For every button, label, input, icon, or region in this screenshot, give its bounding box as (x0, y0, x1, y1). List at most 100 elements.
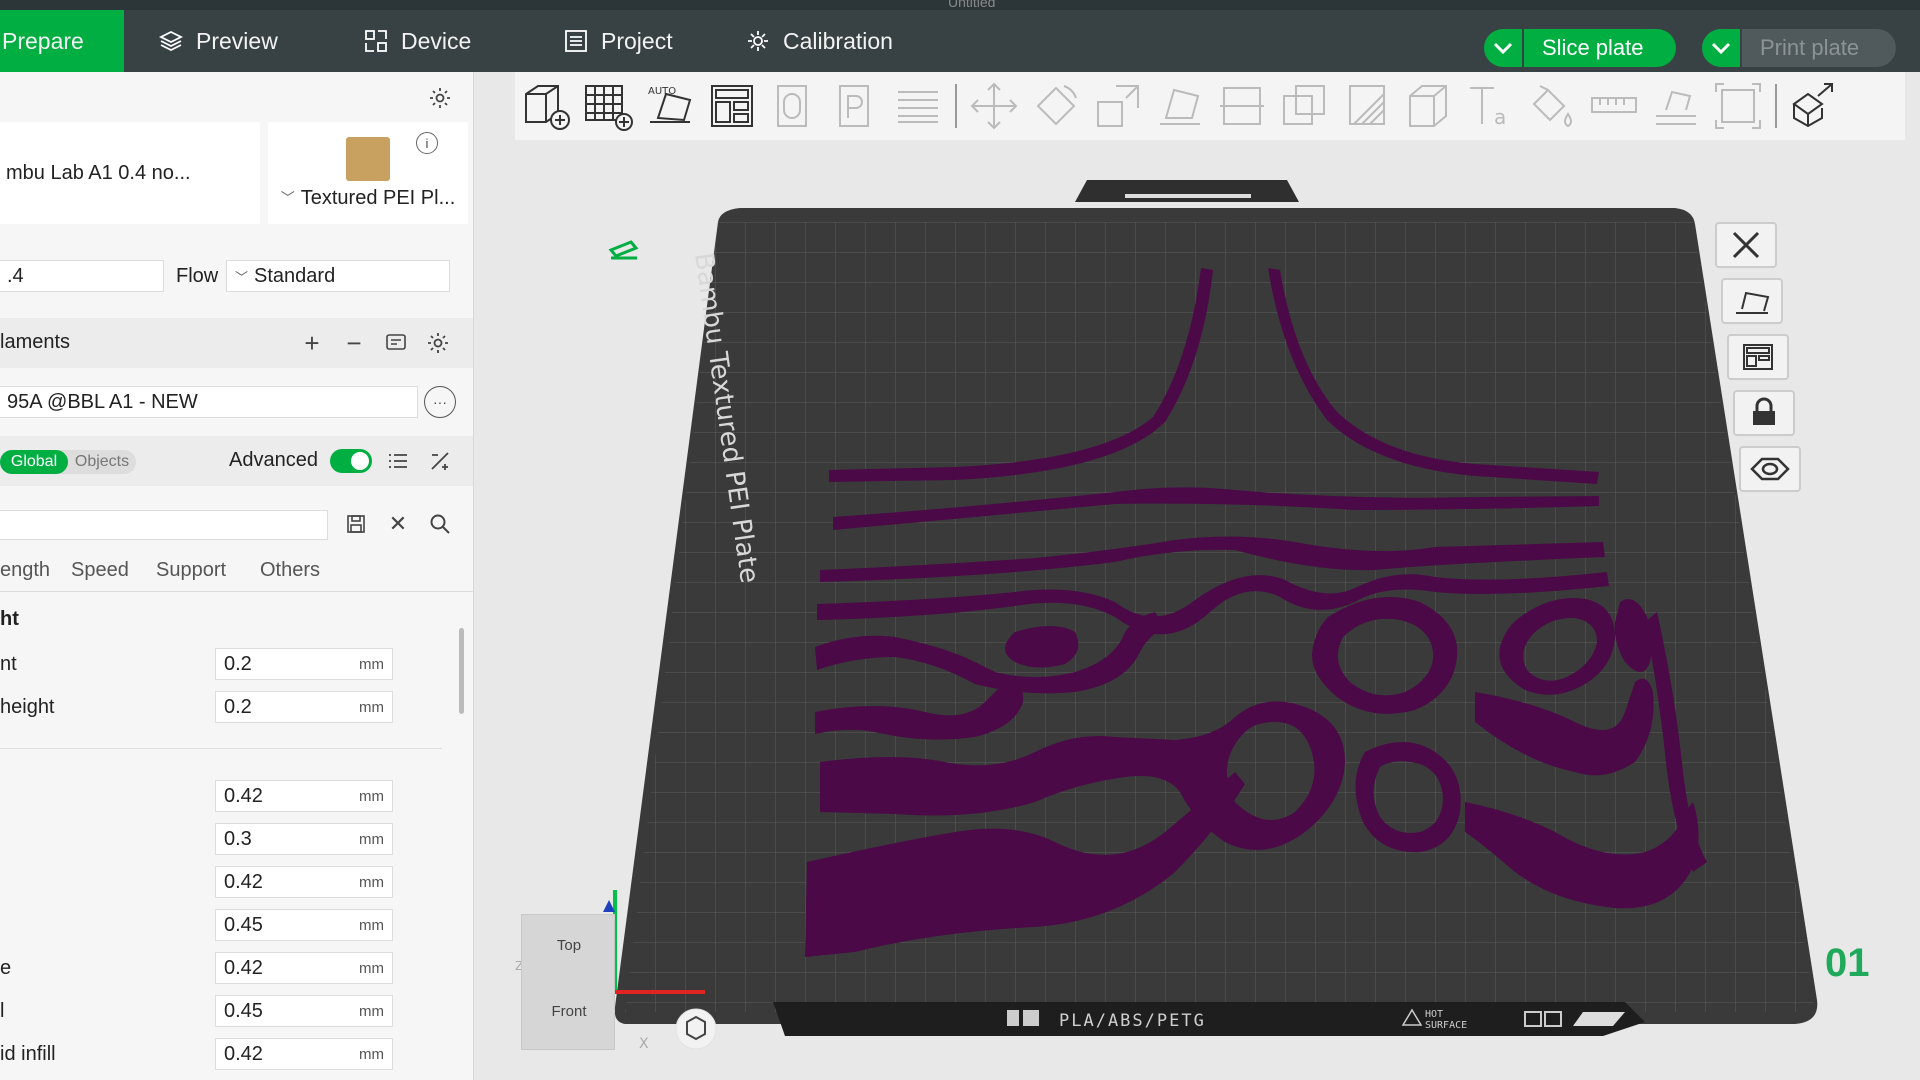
flow-label: Flow (176, 265, 219, 287)
hot-surface-text-2: SURFACE (1425, 1020, 1467, 1031)
lock-icon[interactable] (1733, 390, 1795, 436)
window-title: Untitled (948, 0, 996, 10)
scope-global[interactable]: Global (0, 450, 68, 474)
printer-name: mbu Lab A1 0.4 no... (6, 161, 191, 184)
nozzle-value: .4 (7, 264, 24, 287)
plate-selector[interactable]: ﹀ Textured PEI Pl... (268, 122, 468, 224)
close-icon[interactable]: ✕ (382, 508, 414, 540)
scope-objects[interactable]: Objects (68, 450, 136, 474)
list-icon[interactable] (382, 445, 414, 477)
build-plate[interactable]: Bambu Textured PEI Plate PLA/ABS/PETG HO… (475, 72, 1920, 1080)
param-unit: mm (359, 698, 384, 716)
plate-thumbnail (346, 136, 390, 181)
tab-strength[interactable]: ength (0, 559, 50, 582)
filament-select[interactable]: 95A @BBL A1 - NEW (0, 386, 418, 418)
plate-bottom-strip (773, 1002, 1645, 1036)
flow-value: Standard (254, 264, 336, 287)
param-field[interactable]: 0.2 mm (215, 691, 393, 723)
param-value: 0.42 (224, 956, 263, 979)
more-icon[interactable]: ··· (424, 386, 456, 418)
param-unit: mm (359, 916, 384, 934)
param-label: height (0, 696, 55, 718)
3d-viewport[interactable]: AUTO a Bambu Textured PEI Plate PLA/ABS/… (475, 72, 1920, 1080)
param-field[interactable]: 0.45 mm (215, 995, 393, 1027)
plate-icon (1023, 1010, 1039, 1026)
filaments-header: laments + − (0, 318, 473, 368)
edit-plate-name-icon[interactable] (608, 240, 639, 260)
plate-material-text: PLA/ABS/PETG (1059, 1011, 1206, 1031)
gear-icon[interactable] (424, 82, 456, 114)
chevron-down-icon[interactable] (1484, 29, 1524, 67)
filament-sync-icon[interactable] (380, 327, 412, 359)
save-icon[interactable] (340, 508, 372, 540)
tab-others[interactable]: Others (260, 559, 320, 582)
param-unit: mm (359, 873, 384, 891)
param-field[interactable]: 0.42 mm (215, 866, 393, 898)
printer-selector[interactable]: mbu Lab A1 0.4 no... (0, 122, 260, 224)
tab-calibration[interactable]: Calibration (745, 10, 893, 72)
param-value: 0.3 (224, 827, 252, 850)
param-label: id infill (0, 1043, 56, 1065)
tab-speed[interactable]: Speed (71, 559, 129, 582)
filaments-title: laments (0, 331, 71, 353)
compare-icon[interactable] (424, 445, 456, 477)
title-bar: Untitled (0, 0, 1920, 10)
param-unit: mm (359, 1045, 384, 1063)
flow-select[interactable]: ﹀ Standard (226, 260, 450, 292)
info-icon[interactable]: i (416, 132, 438, 154)
print-plate-label: Print plate (1760, 35, 1860, 60)
plate-type-label: Textured PEI Pl... (300, 186, 456, 209)
tab-calibration-label: Calibration (783, 27, 893, 54)
scope-toggle[interactable]: Global Objects (0, 450, 136, 474)
search-icon[interactable] (424, 508, 456, 540)
param-value: 0.45 (224, 999, 263, 1022)
tab-support[interactable]: Support (156, 559, 226, 582)
camera-reset-icon[interactable] (675, 1008, 717, 1050)
plate-number: 01 (1825, 941, 1870, 985)
search-input[interactable] (0, 510, 328, 540)
scrollbar[interactable] (459, 628, 464, 714)
view-cube-front[interactable]: Front (522, 1003, 616, 1020)
main-tab-bar: Prepare Preview Device Project Calibrati… (0, 10, 1920, 72)
param-field[interactable]: 0.2 mm (215, 648, 393, 680)
tab-preview-label: Preview (196, 27, 278, 54)
param-field[interactable]: 0.42 mm (215, 1038, 393, 1070)
device-icon (365, 30, 387, 52)
param-unit: mm (359, 830, 384, 848)
chevron-down-icon: ﹀ (235, 269, 249, 285)
tab-project[interactable]: Project (563, 10, 673, 72)
advanced-toggle[interactable] (330, 449, 372, 473)
param-field[interactable]: 0.45 mm (215, 909, 393, 941)
param-unit: mm (359, 1002, 384, 1020)
param-field[interactable]: 0.3 mm (215, 823, 393, 855)
eye-icon[interactable] (1739, 446, 1801, 492)
tab-device[interactable]: Device (363, 10, 471, 72)
slice-plate-button[interactable]: Slice plate (1484, 29, 1676, 67)
gear-icon[interactable] (422, 327, 454, 359)
tab-prepare[interactable]: Prepare (0, 10, 124, 72)
tab-project-label: Project (601, 27, 673, 54)
x-axis-label: X (639, 1036, 649, 1052)
param-unit: mm (359, 787, 384, 805)
arrange-plate-icon[interactable] (1727, 334, 1789, 380)
divider (0, 748, 442, 749)
auto-orient-plate-icon[interactable] (1721, 278, 1783, 324)
param-value: 0.2 (224, 695, 252, 718)
param-value: 0.42 (224, 784, 263, 807)
view-cube-top[interactable]: Top (522, 937, 616, 954)
slice-plate-label: Slice plate (1542, 35, 1644, 60)
tab-preview[interactable]: Preview (158, 10, 278, 72)
plate-icon (1007, 1010, 1019, 1026)
param-unit: mm (359, 959, 384, 977)
param-field[interactable]: 0.42 mm (215, 780, 393, 812)
remove-plate-icon[interactable] (1715, 222, 1777, 268)
view-cube[interactable]: Top Front (521, 914, 615, 1050)
remove-icon[interactable]: − (338, 327, 370, 359)
param-field[interactable]: 0.42 mm (215, 952, 393, 984)
chevron-down-icon[interactable] (1702, 29, 1742, 67)
print-plate-button[interactable]: Print plate (1702, 29, 1896, 67)
add-icon[interactable]: + (296, 327, 328, 359)
bed-grid (625, 222, 1815, 1012)
param-value: 0.42 (224, 870, 263, 893)
nozzle-field[interactable]: .4 (0, 260, 164, 292)
